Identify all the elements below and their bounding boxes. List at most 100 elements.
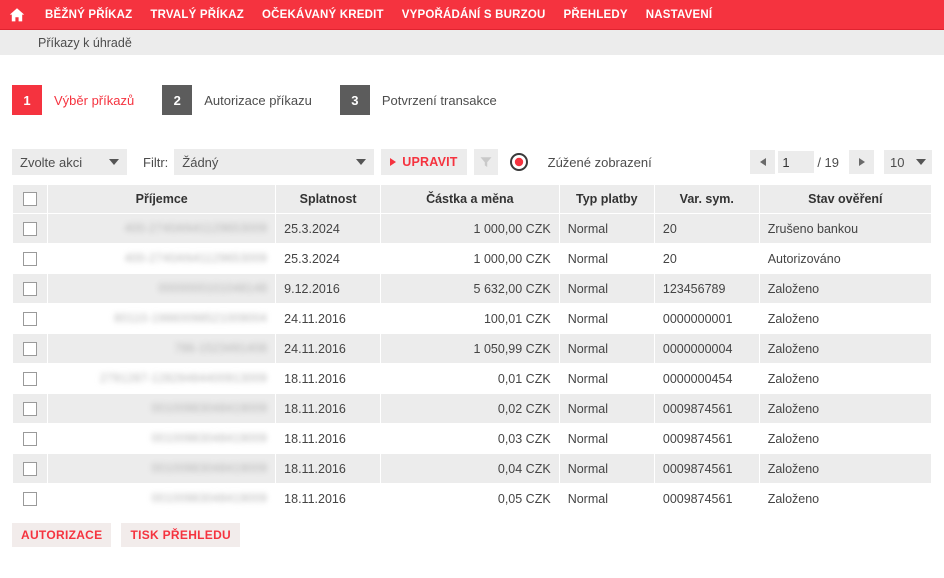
row-checkbox-cell [13,484,48,513]
table-row[interactable]: 400-2740AN41129653009 25.3.2024 1 000,00 C… [13,244,931,273]
redacted-recipient: 786-1523491408 [174,342,268,355]
nav-item-ocekavany-kredit[interactable]: OČEKÁVANÝ KREDIT [253,0,393,30]
cell-var-sym: 20 [654,214,759,243]
step-1-label: Výběr příkazů [54,92,135,108]
row-checkbox[interactable] [23,371,38,386]
cell-stav-overeni: Založeno [759,394,931,423]
cell-castka: 0,01 CZK [381,364,559,393]
table-row[interactable]: 00100983048419009 18.11.2016 0,03 CZK Norma… [13,424,931,453]
cell-stav-overeni: Založeno [759,424,931,453]
cell-splatnost: 24.11.2016 [276,334,380,363]
row-checkbox[interactable] [23,431,38,446]
nav-item-trvaly-prikaz[interactable]: TRVALÝ PŘÍKAZ [141,0,253,30]
redacted-recipient: 00100983048419009 [151,402,268,415]
payment-orders-table-container: Příjemce Splatnost Částka a měna Typ pla… [0,184,944,514]
row-checkbox-cell [13,424,48,453]
cell-prijemce: 00100983048419009 [48,394,276,423]
row-checkbox[interactable] [23,221,38,236]
cell-castka: 1 000,00 CZK [381,214,559,243]
top-navigation-bar: BĚŽNÝ PŘÍKAZ TRVALÝ PŘÍKAZ OČEKÁVANÝ KRE… [0,0,944,30]
row-checkbox[interactable] [23,401,38,416]
prev-page-button[interactable] [750,150,776,174]
row-checkbox-cell [13,394,48,423]
row-checkbox[interactable] [23,461,38,476]
redacted-recipient: 00100983048419009 [151,432,268,445]
table-row[interactable]: 80110-19860098521009004 24.11.2016 100,01 … [13,304,931,333]
cell-splatnost: 18.11.2016 [276,484,380,513]
tisk-prehledu-button[interactable]: TISK PŘEHLEDU [121,523,241,547]
cell-var-sym: 0000000001 [654,304,759,333]
header-castka-a-mena[interactable]: Částka a měna [381,185,559,213]
cell-prijemce: 2791287-12828484400913009 [48,364,276,393]
cell-prijemce: 0000000101048148 [48,274,276,303]
chevron-down-icon [916,159,926,165]
page-size-select[interactable]: 10 [884,150,932,174]
filter-select[interactable]: Žádný [174,149,375,175]
cell-stav-overeni: Založeno [759,334,931,363]
step-2[interactable]: 2 Autorizace příkazu [162,85,326,115]
table-row[interactable]: 0000000101048148 9.12.2016 5 632,00 CZK Nor… [13,274,931,303]
cell-splatnost: 18.11.2016 [276,364,380,393]
autorizace-button[interactable]: AUTORIZACE [12,523,112,547]
nav-item-bezny-prikaz[interactable]: BĚŽNÝ PŘÍKAZ [36,0,141,30]
select-all-checkbox[interactable] [23,192,38,207]
table-row[interactable]: 00100983048419009 18.11.2016 0,02 CZK Norma… [13,394,931,423]
table-row[interactable]: 786-1523491408 24.11.2016 1 050,99 CZK Norm… [13,334,931,363]
table-row[interactable]: 2791287-12828484400913009 18.11.2016 0,01 … [13,364,931,393]
nav-item-vyporadani-s-burzou[interactable]: VYPOŘÁDÁNÍ S BURZOU [393,0,555,30]
cell-stav-overeni: Zrušeno bankou [759,214,931,243]
row-checkbox-cell [13,214,48,243]
header-var-sym[interactable]: Var. sym. [654,185,759,213]
action-button-bar: AUTORIZACE TISK PŘEHLEDU [0,514,944,547]
cell-stav-overeni: Založeno [759,484,931,513]
row-checkbox[interactable] [23,251,38,266]
cell-prijemce: 00100983048419009 [48,484,276,513]
table-row[interactable]: 400-2740AN41129653009 25.3.2024 1 000,00 C… [13,214,931,243]
redacted-recipient: 00100983048419009 [151,492,268,505]
cell-castka: 100,01 CZK [381,304,559,333]
table-row[interactable]: 00100983048419009 18.11.2016 0,04 CZK Norma… [13,454,931,483]
table-row[interactable]: 00100983048419009 18.11.2016 0,05 CZK Norma… [13,484,931,513]
nav-item-nastaveni[interactable]: NASTAVENÍ [637,0,722,30]
next-page-button[interactable] [849,150,874,174]
header-splatnost[interactable]: Splatnost [276,185,380,213]
header-stav-overeni[interactable]: Stav ověření [759,185,931,213]
cell-var-sym: 123456789 [654,274,759,303]
funnel-icon[interactable] [473,149,498,175]
cell-castka: 0,03 CZK [381,424,559,453]
filter-select-value: Žádný [182,154,219,170]
payment-orders-table: Příjemce Splatnost Částka a měna Typ pla… [12,184,932,514]
header-prijemce[interactable]: Příjemce [48,185,276,213]
page-number-input[interactable] [778,151,815,173]
step-indicator: 1 Výběr příkazů 2 Autorizace příkazu 3 P… [0,56,944,118]
step-3[interactable]: 3 Potvrzení transakce [339,85,511,115]
header-typ-platby[interactable]: Typ platby [559,185,654,213]
action-select-value: Zvolte akci [20,154,83,170]
row-checkbox[interactable] [23,491,38,506]
cell-castka: 5 632,00 CZK [381,274,559,303]
cell-prijemce: 400-2740AN41129653009 [48,214,276,243]
cell-typ-platby: Normal [559,454,654,483]
edit-button[interactable]: UPRAVIT [381,149,467,175]
row-checkbox[interactable] [23,341,38,356]
step-1[interactable]: 1 Výběr příkazů [12,85,148,115]
row-checkbox-cell [13,244,48,273]
row-checkbox[interactable] [23,311,38,326]
row-checkbox-cell [13,364,48,393]
arrow-right-icon [858,158,865,166]
row-checkbox-cell [13,274,48,303]
cell-castka: 0,04 CZK [381,454,559,483]
cell-typ-platby: Normal [559,424,654,453]
cell-prijemce: 00100983048419009 [48,454,276,483]
filter-label: Filtr: [143,154,169,170]
target-icon[interactable] [506,149,532,175]
breadcrumb-text: Příkazy k úhradě [38,35,132,50]
cell-stav-overeni: Autorizováno [759,244,931,273]
nav-item-prehledy[interactable]: PŘEHLEDY [555,0,637,30]
cell-stav-overeni: Založeno [759,364,931,393]
action-select[interactable]: Zvolte akci [12,149,127,175]
cell-stav-overeni: Založeno [759,274,931,303]
row-checkbox[interactable] [23,281,38,296]
home-icon[interactable] [6,4,28,26]
cell-prijemce: 786-1523491408 [48,334,276,363]
